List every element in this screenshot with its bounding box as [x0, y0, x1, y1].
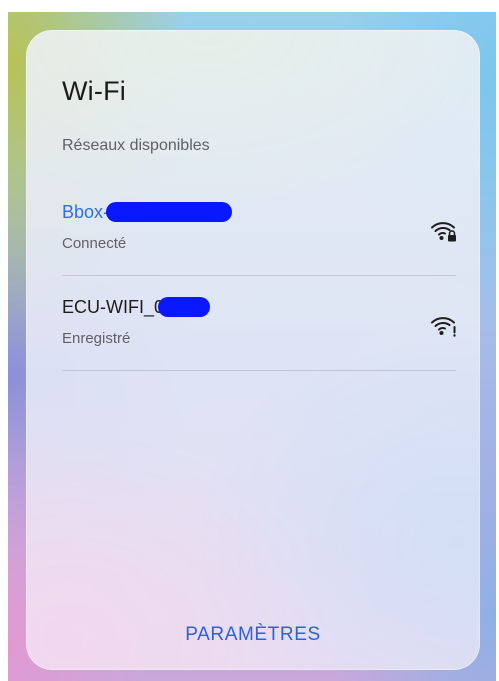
network-status: Enregistré — [62, 330, 131, 347]
list-divider — [62, 370, 456, 371]
network-name: Bbox- — [62, 201, 110, 222]
redaction-mark — [158, 297, 211, 317]
wifi-popup-panel: Wi-Fi Réseaux disponibles Bbox- Connecté — [26, 30, 480, 670]
network-item-bbox[interactable]: Bbox- Connecté — [62, 188, 456, 276]
panel-title: Wi-Fi — [62, 76, 126, 106]
wallpaper-background: Wi-Fi Réseaux disponibles Bbox- Connecté — [8, 12, 496, 681]
settings-button[interactable]: PARAMÈTRES — [26, 624, 480, 646]
wifi-locked-icon — [431, 222, 456, 242]
network-name-row: Bbox- — [62, 200, 233, 224]
redaction-mark — [106, 202, 233, 222]
section-label: Réseaux disponibles — [62, 137, 210, 154]
network-name: ECU-WIFI_0 — [62, 296, 165, 317]
network-status: Connecté — [62, 235, 127, 252]
list-divider — [62, 275, 456, 276]
wifi-warning-icon — [431, 317, 456, 337]
network-item-ecu-wifi[interactable]: ECU-WIFI_0 Enregistré — [62, 283, 456, 371]
network-name-row: ECU-WIFI_0 — [62, 295, 211, 319]
